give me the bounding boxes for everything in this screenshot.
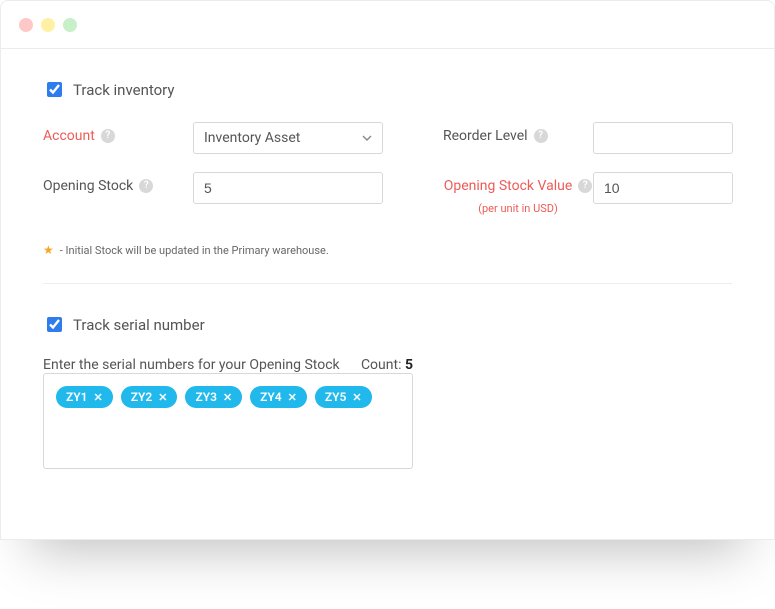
close-icon[interactable]: ✕ [94, 391, 103, 404]
help-icon[interactable]: ? [101, 129, 115, 143]
window-zoom-dot[interactable] [63, 18, 77, 32]
primary-warehouse-note: ★ - Initial Stock will be updated in the… [43, 243, 732, 257]
star-icon: ★ [43, 243, 54, 257]
account-select[interactable]: Inventory Asset [193, 122, 383, 154]
track-serial-checkbox[interactable]: Track serial number [43, 314, 732, 335]
close-icon[interactable]: ✕ [158, 391, 167, 404]
serial-tag-label: ZY5 [325, 390, 347, 404]
opening-stock-value-input[interactable] [593, 172, 733, 204]
account-label: Account ? [43, 122, 193, 144]
app-window: Track inventory Account ? Inventory Asse… [0, 0, 775, 540]
serial-count: Count: 5 [361, 357, 413, 373]
opening-stock-value-label: Opening Stock Value ? (per unit in USD) [443, 172, 593, 215]
inventory-grid: Account ? Inventory Asset Reorder Level … [43, 122, 732, 215]
serial-tag[interactable]: ZY1 ✕ [56, 386, 113, 408]
window-minimize-dot[interactable] [41, 18, 55, 32]
close-icon[interactable]: ✕ [223, 391, 232, 404]
serial-tag-label: ZY2 [131, 390, 153, 404]
serial-prompt: Enter the serial numbers for your Openin… [43, 357, 340, 373]
close-icon[interactable]: ✕ [352, 391, 361, 404]
section-divider [43, 283, 732, 284]
help-icon[interactable]: ? [139, 179, 153, 193]
opening-stock-value-field [593, 172, 733, 204]
opening-stock-label: Opening Stock ? [43, 172, 193, 194]
serial-tag-label: ZY1 [66, 390, 88, 404]
account-field: Inventory Asset [193, 122, 383, 154]
reorder-level-input[interactable] [593, 122, 733, 154]
serial-tag-label: ZY3 [195, 390, 217, 404]
track-inventory-label: Track inventory [73, 81, 175, 99]
serial-tag[interactable]: ZY3 ✕ [185, 386, 242, 408]
serial-tag[interactable]: ZY5 ✕ [315, 386, 372, 408]
window-titlebar [1, 1, 774, 49]
help-icon[interactable]: ? [578, 179, 592, 193]
serial-header: Enter the serial numbers for your Openin… [43, 357, 413, 373]
track-inventory-input[interactable] [47, 82, 62, 97]
account-select-value: Inventory Asset [204, 130, 300, 146]
serial-tag-input[interactable]: ZY1 ✕ZY2 ✕ZY3 ✕ZY4 ✕ZY5 ✕ [43, 373, 413, 469]
opening-stock-input[interactable] [193, 172, 383, 204]
reorder-level-field [593, 122, 733, 154]
chevron-down-icon [362, 133, 372, 143]
track-serial-label: Track serial number [73, 316, 205, 334]
track-inventory-checkbox[interactable]: Track inventory [43, 79, 732, 100]
help-icon[interactable]: ? [534, 129, 548, 143]
serial-tag-label: ZY4 [260, 390, 282, 404]
serial-tag[interactable]: ZY2 ✕ [121, 386, 178, 408]
opening-stock-field [193, 172, 383, 204]
track-serial-input[interactable] [47, 317, 62, 332]
window-close-dot[interactable] [19, 18, 33, 32]
close-icon[interactable]: ✕ [288, 391, 297, 404]
reorder-level-label: Reorder Level ? [443, 122, 593, 144]
serial-tag[interactable]: ZY4 ✕ [250, 386, 307, 408]
form-content: Track inventory Account ? Inventory Asse… [1, 49, 774, 539]
